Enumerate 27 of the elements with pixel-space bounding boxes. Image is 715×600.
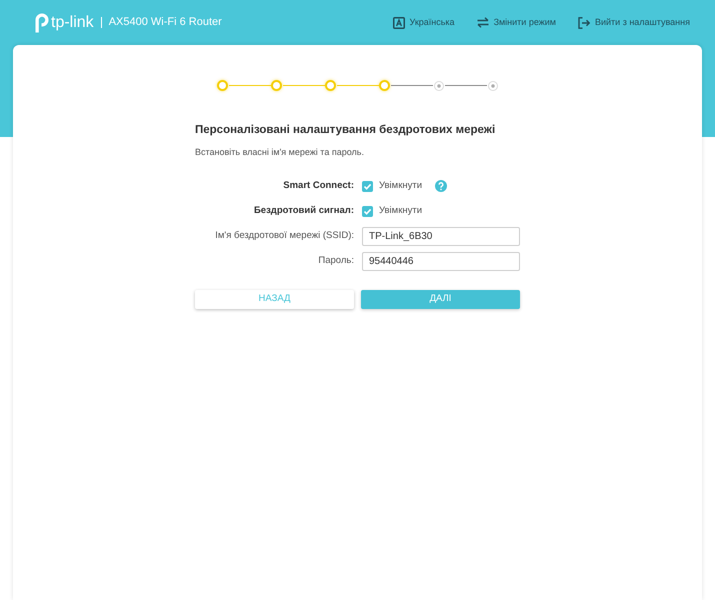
checkbox-label: Увімкнути	[379, 204, 422, 218]
field-label: Пароль:	[318, 254, 354, 268]
exit-icon	[578, 16, 590, 28]
checkbox[interactable]	[362, 180, 373, 192]
field-label: Smart Connect:	[283, 178, 354, 193]
progress-line	[444, 84, 486, 86]
page-title: Персоналізовані налаштування бездротових мережі	[195, 123, 496, 138]
page-subtitle: Встановіть власні ім'я мережі та пароль.	[195, 146, 365, 158]
checkbox-label: Увімкнути	[379, 178, 422, 193]
progress-line	[228, 84, 270, 86]
help-icon[interactable]	[435, 180, 448, 192]
progress-line	[336, 84, 378, 86]
input-field[interactable]: 95440446	[362, 252, 520, 270]
field-label: Бездротовий сигнал:	[254, 204, 354, 218]
checkbox[interactable]	[362, 206, 373, 216]
logo-icon	[35, 12, 49, 32]
swap-arrows-icon	[476, 17, 489, 28]
progress-line	[390, 84, 432, 86]
language-icon	[392, 16, 404, 28]
product-name: AX5400 Wi-Fi 6 Router	[108, 15, 222, 30]
nav-link[interactable]: Змінити режим	[476, 16, 556, 30]
progress-line	[282, 84, 324, 86]
field-label: Ім'я бездротової мережі (SSID):	[215, 228, 354, 243]
nav-link[interactable]: Вийти з налаштування	[578, 16, 690, 30]
input-field[interactable]: TP-Link_6B30	[362, 226, 520, 246]
brand-name: tp-link	[51, 14, 94, 30]
nav-link[interactable]: Українська	[392, 16, 455, 30]
